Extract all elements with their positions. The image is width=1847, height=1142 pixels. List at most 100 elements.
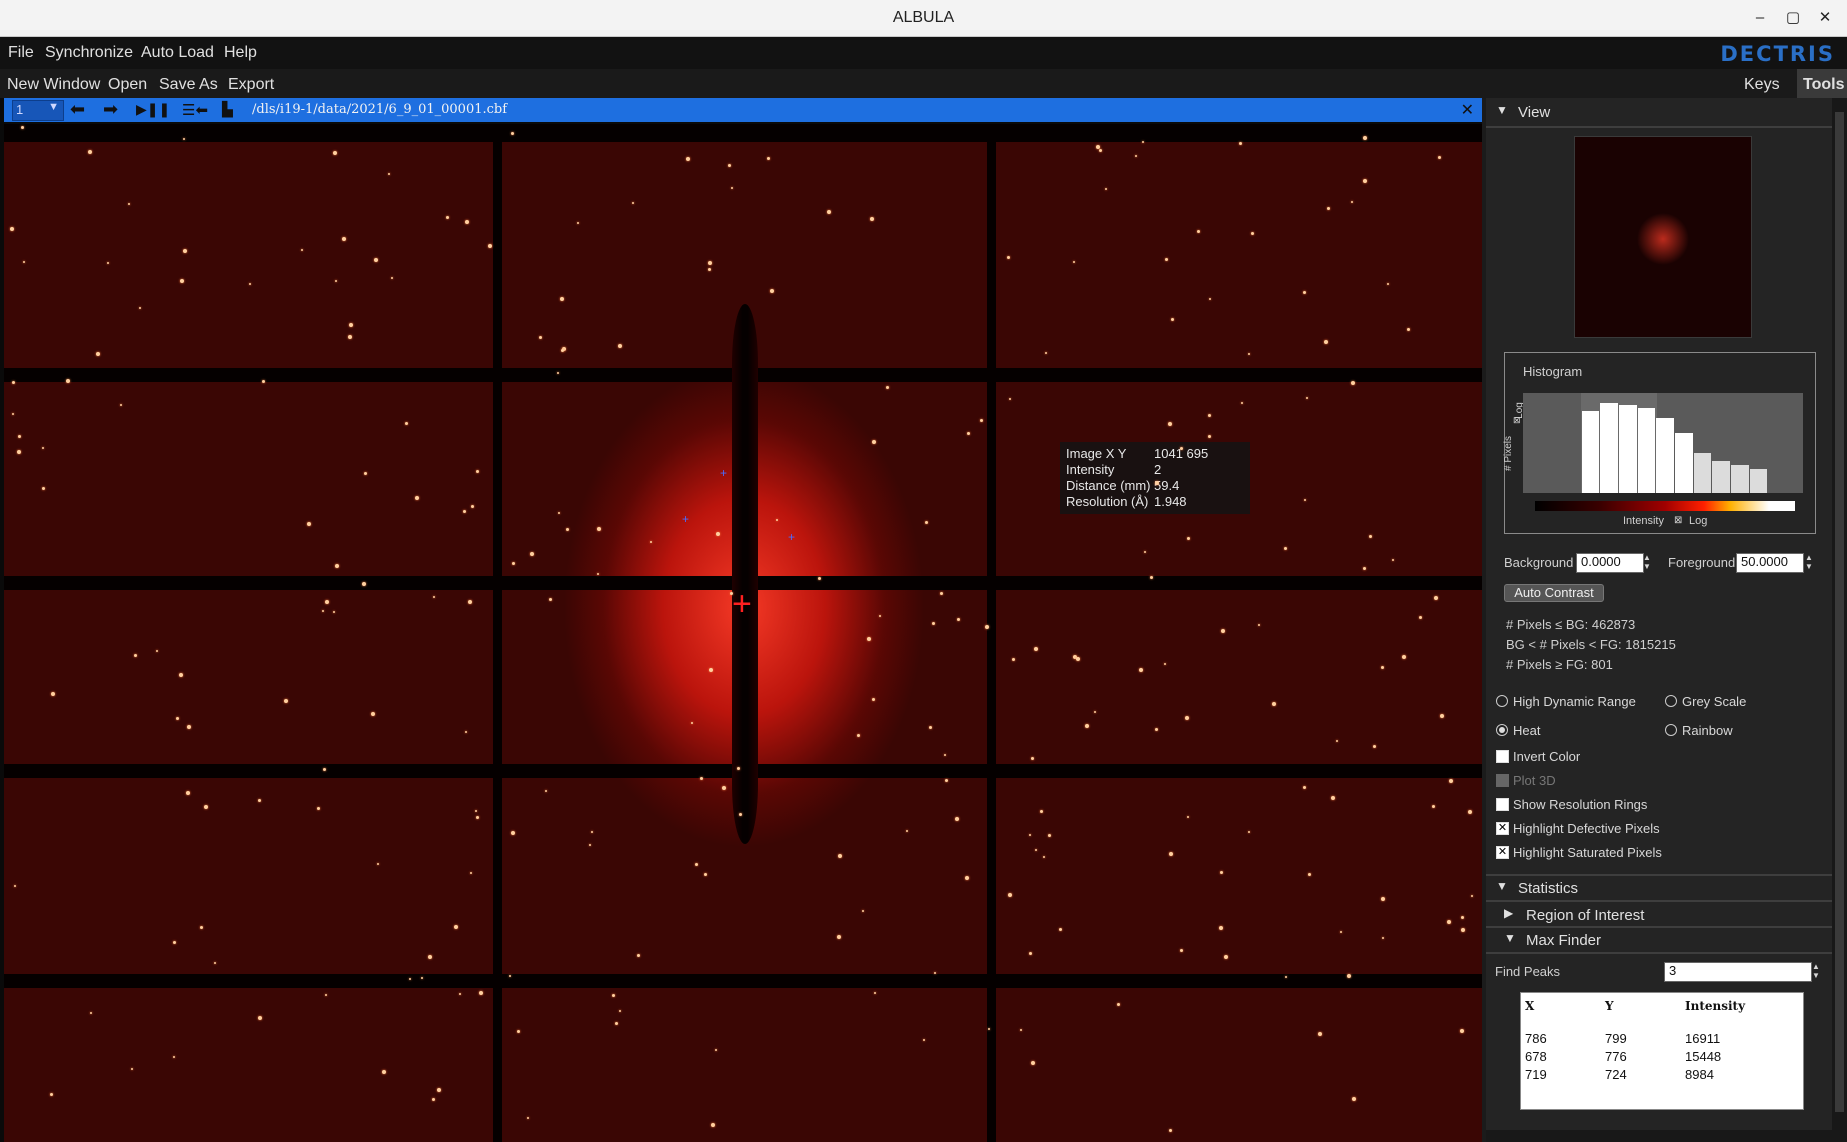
diffraction-spot: [1012, 658, 1016, 662]
peaks-table: X Y Intensity 786 799 16911 678 776 1544…: [1520, 992, 1804, 1110]
divider: [1486, 126, 1832, 128]
menu-file[interactable]: File: [8, 44, 34, 62]
frame-select[interactable]: 1 ▼: [12, 100, 64, 121]
diffraction-spot: [333, 150, 338, 155]
overview-thumbnail[interactable]: [1574, 136, 1752, 338]
diffraction-spot: [695, 862, 699, 866]
menu-bar: File Synchronize Auto Load Help DECTRIS: [0, 37, 1847, 69]
diffraction-spot: [1419, 615, 1423, 619]
diffraction-spot: [649, 540, 652, 543]
diffraction-spot: [1179, 949, 1183, 953]
label-show-resolution-rings: Show Resolution Rings: [1513, 797, 1648, 812]
diffraction-spot: [475, 470, 479, 474]
tab-keys[interactable]: Keys: [1744, 76, 1780, 94]
diffraction-spot: [454, 925, 459, 930]
diffraction-spot: [322, 610, 325, 613]
diffraction-spot: [929, 725, 933, 729]
diffraction-spot: [1197, 230, 1201, 234]
y-log-checkbox-icon[interactable]: ⊠: [1513, 415, 1521, 426]
monitor-icon[interactable]: ▙: [222, 101, 233, 118]
find-peaks-input[interactable]: 3: [1664, 962, 1812, 982]
roi-section-header[interactable]: ▶ Region of Interest: [1486, 903, 1832, 927]
menu-synchronize[interactable]: Synchronize: [45, 44, 133, 62]
diffraction-spot: [1305, 396, 1308, 399]
diffraction-spot: [12, 380, 16, 384]
diffraction-spot: [139, 307, 142, 310]
diffraction-spot: [464, 730, 467, 733]
diffraction-spot: [370, 711, 375, 716]
save-as-button[interactable]: Save As: [159, 76, 218, 94]
roi-header-label: Region of Interest: [1526, 907, 1645, 924]
diffraction-spot: [1039, 809, 1043, 813]
module-gap: [4, 124, 1482, 142]
next-arrow-icon[interactable]: ➡: [103, 99, 118, 120]
diffraction-spot: [686, 156, 691, 161]
diffraction-spot: [17, 449, 22, 454]
checkbox-show-resolution-rings[interactable]: [1496, 798, 1509, 811]
panel-vertical-scrollbar[interactable]: [1832, 98, 1847, 1142]
panel-horizontal-scrollbar[interactable]: [1486, 1130, 1832, 1142]
auto-contrast-button[interactable]: Auto Contrast: [1504, 584, 1604, 602]
statistics-section-header[interactable]: ▼ Statistics: [1486, 876, 1832, 900]
diffraction-spot: [17, 435, 21, 439]
close-image-icon[interactable]: ✕: [1461, 100, 1474, 120]
diffraction-spot: [1446, 919, 1451, 924]
diffraction-spot: [1459, 1028, 1464, 1033]
diffraction-spot: [475, 809, 478, 812]
diffraction-spot: [1369, 534, 1373, 538]
view-section-header[interactable]: ▼ View: [1486, 100, 1832, 124]
minimize-button[interactable]: –: [1749, 7, 1771, 29]
previous-arrow-icon[interactable]: ⬅: [70, 99, 85, 120]
diffraction-spot: [487, 243, 492, 248]
scrollbar-thumb[interactable]: [1835, 112, 1844, 1112]
peak-marker: +: [720, 466, 728, 480]
background-stepper-icon[interactable]: ▲ ▼: [1643, 553, 1651, 571]
diffraction-spot: [317, 807, 321, 811]
heat-colorbar: [1535, 501, 1795, 511]
export-button[interactable]: Export: [228, 76, 274, 94]
label-heat: Heat: [1513, 723, 1541, 738]
peaks-header-y: Y: [1605, 999, 1614, 1013]
checkbox-invert-color[interactable]: [1496, 750, 1509, 763]
sync-frames-icon[interactable]: ☰⬅: [182, 101, 208, 119]
diffraction-spot: [870, 217, 875, 222]
diffraction-spot: [708, 667, 713, 672]
background-input[interactable]: 0.0000: [1576, 553, 1644, 573]
menu-auto-load[interactable]: Auto Load: [141, 44, 214, 62]
diffraction-spot: [347, 335, 352, 340]
play-pause-icon[interactable]: ▶❚❚: [136, 101, 170, 118]
radio-rainbow[interactable]: [1665, 724, 1677, 736]
diffraction-spot: [1317, 1031, 1322, 1036]
open-button[interactable]: Open: [108, 76, 147, 94]
foreground-input[interactable]: 50.0000: [1736, 553, 1804, 573]
tab-tools[interactable]: Tools: [1797, 69, 1847, 99]
diffraction-spot: [1307, 873, 1311, 877]
diffraction-spot: [178, 672, 183, 677]
histogram-chart[interactable]: [1523, 393, 1803, 493]
diffraction-spot: [186, 725, 191, 730]
checkbox-highlight-defective-pixels[interactable]: ✕: [1496, 822, 1509, 835]
radio-heat[interactable]: [1496, 724, 1508, 736]
diffraction-spot: [374, 258, 379, 263]
radio-high-dynamic-range[interactable]: [1496, 695, 1508, 707]
histogram-bar: [1600, 403, 1618, 493]
close-window-button[interactable]: ✕: [1814, 7, 1836, 29]
diffraction-image[interactable]: + + + + Image X Y 1041 695 Intensity 2 D…: [4, 124, 1482, 1142]
maxfinder-section-header[interactable]: ▼ Max Finder: [1486, 928, 1832, 952]
maximize-button[interactable]: ▢: [1782, 7, 1804, 29]
diffraction-spot: [120, 404, 123, 407]
find-peaks-stepper-icon[interactable]: ▲ ▼: [1812, 962, 1820, 980]
label-highlight-saturated-pixels: Highlight Saturated Pixels: [1513, 845, 1662, 860]
foreground-stepper-icon[interactable]: ▲ ▼: [1805, 553, 1813, 571]
checkbox-highlight-saturated-pixels[interactable]: ✕: [1496, 846, 1509, 859]
tooltip-label-distance: Distance (mm): [1066, 478, 1151, 493]
x-log-checkbox-icon[interactable]: ⊠: [1674, 515, 1682, 526]
diffraction-spot: [1171, 318, 1175, 322]
new-window-button[interactable]: New Window: [7, 76, 100, 94]
pixel-info-tooltip: Image X Y 1041 695 Intensity 2 Distance …: [1060, 442, 1250, 514]
histogram-y-label: # Pixels: [1503, 435, 1515, 472]
table-cell: 719: [1525, 1067, 1547, 1082]
radio-grey-scale[interactable]: [1665, 695, 1677, 707]
diffraction-spot: [967, 431, 971, 435]
menu-help[interactable]: Help: [224, 44, 257, 62]
